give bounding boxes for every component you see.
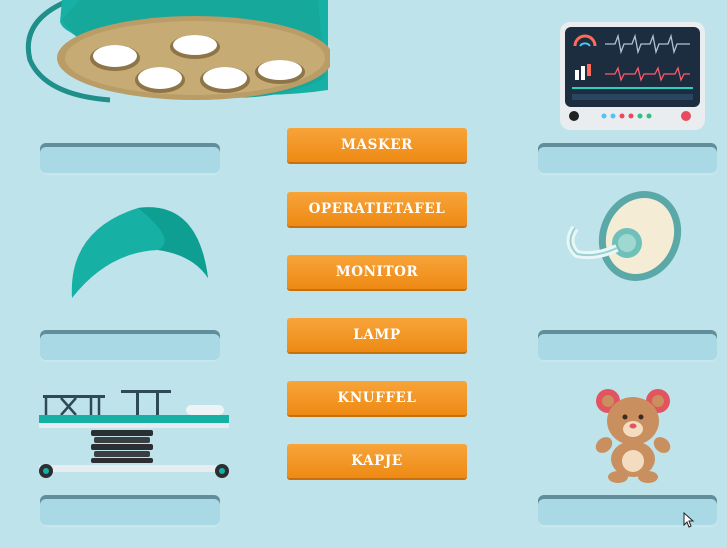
drop-slot-patient-monitor[interactable] bbox=[538, 143, 717, 175]
surgical-cap-icon bbox=[68, 200, 210, 300]
word-tile-lamp[interactable]: LAMP bbox=[287, 318, 467, 352]
word-tile-operatietafel[interactable]: OPERATIETAFEL bbox=[287, 192, 467, 226]
word-tile-knuffel[interactable]: KNUFFEL bbox=[287, 381, 467, 415]
drop-slot-surgical-cap[interactable] bbox=[40, 330, 220, 362]
word-tile-kapje[interactable]: KAPJE bbox=[287, 444, 467, 478]
patient-monitor-icon bbox=[560, 22, 705, 130]
anesthesia-mask-icon bbox=[565, 188, 685, 288]
operating-table-icon bbox=[36, 385, 236, 480]
drop-slot-operating-table[interactable] bbox=[40, 495, 220, 527]
word-tile-monitor[interactable]: MONITOR bbox=[287, 255, 467, 289]
surgical-lamp-icon bbox=[0, 0, 330, 115]
drop-slot-surgical-lamp[interactable] bbox=[40, 143, 220, 175]
mouse-pointer-icon bbox=[683, 512, 695, 528]
matching-game-board: MASKER OPERATIETAFEL MONITOR LAMP KNUFFE… bbox=[0, 0, 727, 548]
word-tile-masker[interactable]: MASKER bbox=[287, 128, 467, 162]
teddy-bear-icon bbox=[592, 385, 677, 485]
drop-slot-anesthesia-mask[interactable] bbox=[538, 330, 717, 362]
